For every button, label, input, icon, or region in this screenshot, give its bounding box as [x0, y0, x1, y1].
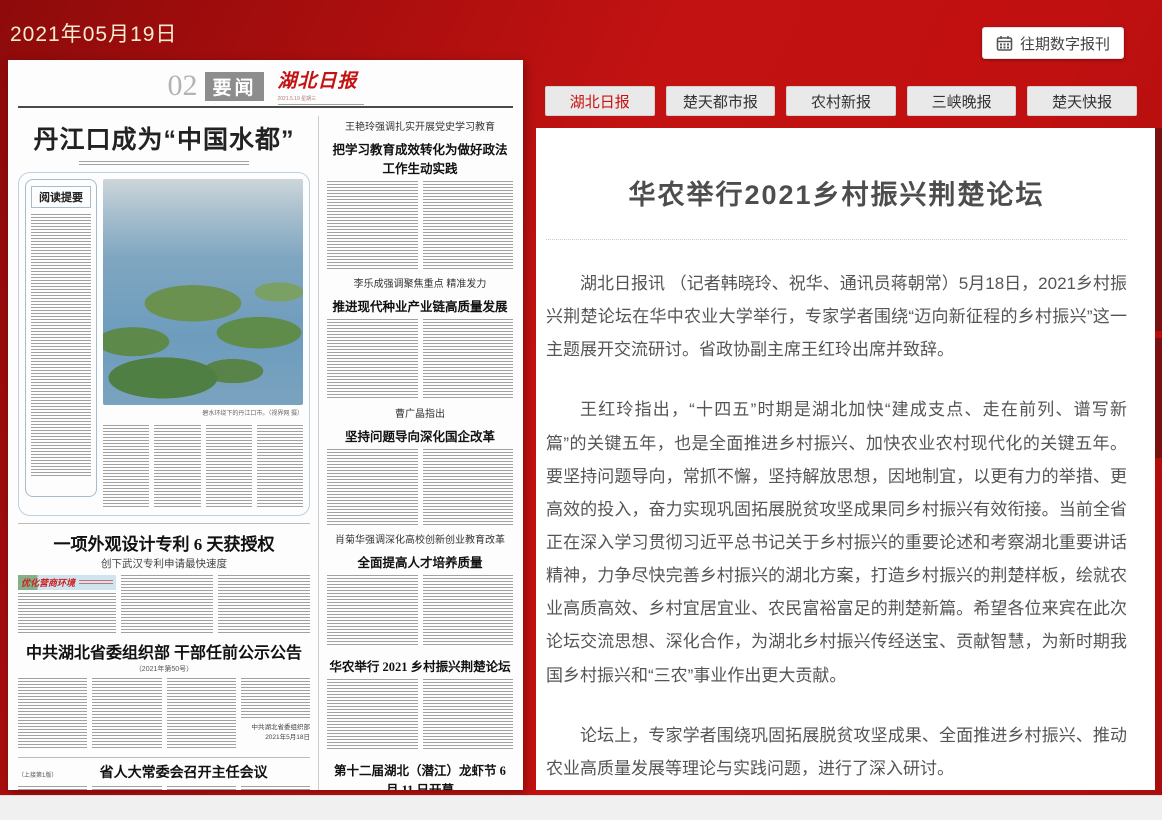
body-text-placeholder — [257, 425, 303, 509]
page-number: 02 — [167, 69, 197, 103]
body-text-placeholder — [154, 425, 200, 509]
scrollbar-thumb[interactable] — [1155, 128, 1162, 331]
banner-text-placeholder — [79, 580, 113, 585]
news-kicker: 肖菊华强调深化高校创新创业教育改革 — [327, 531, 513, 546]
body-text-placeholder — [31, 214, 91, 476]
body-text-placeholder — [206, 425, 252, 509]
body-text-placeholder — [327, 575, 418, 647]
lead-article: 丹江口成为“中国水都” 阅读提要 碧水环绕下的丹江口市。（视界网 摄） — [18, 120, 310, 516]
news-headline: 华农举行 2021 乡村振兴荆楚论坛 — [327, 656, 513, 675]
body-text-placeholder — [18, 678, 87, 750]
news-item: 肖菊华强调深化高校创新创业教育改革 全面提高人才培养质量 — [327, 531, 513, 647]
notice-signoff-date: 2021年5月18日 — [241, 733, 310, 743]
dateline: 2021.5.19 星期三 — [278, 95, 317, 102]
news-item: 李乐成强调聚焦重点 精准发力 推进现代种业产业链高质量发展 — [327, 275, 513, 399]
photo-caption: 碧水环绕下的丹江口市。（视界网 摄） — [103, 408, 303, 417]
tab-three-gorges-evening-news[interactable]: 三峡晚报 — [907, 86, 1017, 116]
tab-chutian-metropolis-daily[interactable]: 楚天都市报 — [666, 86, 776, 116]
meeting-article: （上接第1版） 省人大常委会召开主任会议 — [18, 762, 310, 790]
page-header: 02 要闻 湖北日报 2021.5.19 星期三 — [18, 66, 513, 108]
continuation-note: （上接第1版） — [18, 770, 57, 779]
patent-subhead: 创下武汉专利申请最快速度 — [18, 556, 310, 571]
notice-article: 中共湖北省委组织部 干部任前公示公告 （2021年第50号） 中共湖北省委组织部… — [18, 639, 310, 750]
body-text-placeholder — [92, 678, 161, 750]
news-item: 华农举行 2021 乡村振兴荆楚论坛 — [327, 656, 513, 751]
news-headline: 推进现代种业产业链高质量发展 — [327, 296, 513, 315]
body-text-placeholder — [423, 319, 514, 399]
body-text-placeholder — [423, 181, 514, 269]
news-headline: 全面提高人才培养质量 — [327, 552, 513, 571]
news-headline: 坚持问题导向深化国企改革 — [327, 426, 513, 445]
lead-headline: 丹江口成为“中国水都” — [18, 120, 310, 156]
archive-button[interactable]: 往期数字报刊 — [982, 27, 1124, 59]
body-text-placeholder — [18, 593, 116, 633]
meeting-headline: 省人大常委会召开主任会议 — [57, 762, 310, 782]
reading-summary-box: 阅读提要 — [25, 179, 97, 497]
bottom-strip — [0, 795, 1162, 820]
body-text-placeholder — [18, 786, 87, 790]
news-kicker: 曹广晶指出 — [327, 405, 513, 420]
article-title: 华农举行2021乡村振兴荆楚论坛 — [546, 173, 1127, 212]
reading-summary-title: 阅读提要 — [31, 186, 91, 208]
body-text-placeholder — [92, 786, 161, 790]
current-date: 2021年05月19日 — [10, 18, 177, 48]
scrollbar-thumb[interactable] — [1155, 338, 1162, 458]
newspaper-page-thumbnail[interactable]: 02 要闻 湖北日报 2021.5.19 星期三 丹江口成为“中国水都” 阅读提… — [8, 60, 523, 790]
body-text-placeholder — [167, 678, 236, 750]
divider — [18, 757, 310, 758]
article-panel: 华农举行2021乡村振兴荆楚论坛 湖北日报讯 （记者韩晓玲、祝华、通讯员蒋朝常）… — [536, 128, 1155, 790]
article-paragraph: 论坛上，专家学者围绕巩固拓展脱贫攻坚成果、全面推进乡村振兴、推动农业高质量发展等… — [546, 719, 1127, 785]
lead-photo-danjiangkou — [103, 179, 303, 405]
body-text-placeholder — [327, 181, 418, 269]
tab-chutian-express[interactable]: 楚天快报 — [1027, 86, 1137, 116]
body-text-placeholder — [167, 786, 236, 790]
tab-rural-new-newspaper[interactable]: 农村新报 — [786, 86, 896, 116]
calendar-icon — [996, 35, 1013, 52]
body-text-placeholder — [423, 679, 514, 751]
digital-newspaper-app: 2021年05月19日 往期数字报刊 湖北日报 楚天都市报 农村新报 三峡晚报 … — [0, 0, 1162, 819]
body-text-placeholder — [327, 319, 418, 399]
body-text-placeholder — [423, 449, 514, 525]
patent-headline: 一项外观设计专利 6 天获授权 — [18, 530, 310, 555]
news-kicker: 王艳玲强调扎实开展党史学习教育 — [327, 118, 513, 133]
body-text-placeholder — [218, 575, 310, 633]
banner-label: 优化营商环境 — [21, 576, 75, 589]
notice-number: （2021年第50号） — [18, 664, 310, 674]
editor-line-placeholder — [278, 104, 364, 107]
body-text-placeholder — [121, 575, 213, 633]
tab-hubei-daily[interactable]: 湖北日报 — [545, 86, 655, 116]
news-item: 第十二届湖北（潜江）龙虾节 6 月 11 日开幕 — [327, 760, 513, 790]
news-kicker: 李乐成强调聚焦重点 精准发力 — [327, 275, 513, 290]
notice-headline: 中共湖北省委组织部 干部任前公示公告 — [18, 639, 310, 663]
article-paragraph: 王红玲指出，“十四五”时期是湖北加快“建成支点、走在前列、谱写新篇”的关键五年，… — [546, 393, 1127, 691]
body-text-placeholder — [241, 678, 310, 720]
masthead-logo: 湖北日报 — [278, 66, 358, 93]
news-item: 曹广晶指出 坚持问题导向深化国企改革 — [327, 405, 513, 525]
body-text-placeholder — [241, 786, 310, 790]
newspaper-tabs: 湖北日报 楚天都市报 农村新报 三峡晚报 楚天快报 — [545, 86, 1137, 116]
news-headline: 第十二届湖北（潜江）龙虾节 6 月 11 日开幕 — [327, 760, 513, 790]
body-text-placeholder — [327, 679, 418, 751]
news-headline: 把学习教育成效转化为做好政法工作生动实践 — [327, 139, 513, 177]
patent-article: 一项外观设计专利 6 天获授权 创下武汉专利申请最快速度 优化营商环境 — [18, 530, 310, 633]
business-environment-banner: 优化营商环境 — [18, 575, 116, 590]
byline-placeholder — [79, 161, 249, 165]
body-text-placeholder — [327, 449, 418, 525]
news-item: 王艳玲强调扎实开展党史学习教育 把学习教育成效转化为做好政法工作生动实践 — [327, 118, 513, 269]
section-badge: 要闻 — [205, 72, 263, 101]
notice-signoff-org: 中共湖北省委组织部 — [241, 723, 310, 733]
article-paragraph: 湖北日报讯 （记者韩晓玲、祝华、通讯员蒋朝常）5月18日，2021乡村振兴荆楚论… — [546, 267, 1127, 366]
body-text-placeholder — [103, 425, 149, 509]
archive-button-label: 往期数字报刊 — [1020, 33, 1110, 54]
divider — [18, 523, 310, 524]
title-divider — [546, 239, 1127, 240]
body-text-placeholder — [423, 575, 514, 647]
